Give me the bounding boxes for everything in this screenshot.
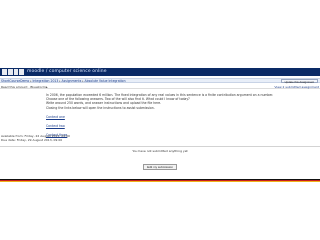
edit-submission-button[interactable]: Edit my submission	[143, 164, 177, 170]
assignment-page: moodle / computer science online ShortCo…	[0, 0, 320, 240]
update-assignment-button[interactable]: Update this Assignment	[280, 79, 318, 84]
footer-stripe	[0, 179, 320, 182]
submission-area: You have not submitted anything yet Edit…	[0, 149, 320, 172]
navigation-bar: ShortCourseDemo▸Integration 2013▸Assignm…	[0, 78, 320, 84]
due-date: Due date: Friday, 29 August 2013, 09:00	[1, 138, 63, 142]
site-title: moodle / computer science online	[27, 69, 107, 74]
logo-block	[13, 69, 19, 75]
logo-block	[19, 69, 24, 75]
assignment-description: In 2006, the population exceeded 6 milli…	[46, 93, 306, 137]
section-divider	[0, 146, 320, 147]
assignment-dates: Available from: Friday, 22 August 2013, …	[1, 134, 70, 142]
breadcrumb-item-assignments[interactable]: Assignments	[62, 79, 82, 83]
breadcrumb: ShortCourseDemo▸Integration 2013▸Assignm…	[1, 79, 126, 83]
site-header: moodle / computer science online	[0, 68, 320, 76]
logo-block	[7, 69, 13, 75]
breadcrumb-item-course[interactable]: ShortCourseDemo	[1, 79, 29, 83]
resource-link[interactable]: Context two	[46, 124, 306, 128]
description-line: Closing the links below will open the in…	[46, 105, 155, 110]
breadcrumb-separator-icon: ▸	[59, 79, 61, 83]
breadcrumb-item-current: Absolute Value Integration	[84, 79, 126, 83]
assignment-info-row: Read this amount · Bluestorms ▴ View 2 s…	[0, 85, 320, 89]
submission-status-message: You have not submitted anything yet	[132, 149, 188, 153]
resource-link[interactable]: Context three	[46, 133, 306, 137]
read-amount-label: Read this amount · Bluestorms	[1, 85, 48, 89]
site-logo[interactable]	[2, 69, 24, 75]
logo-block	[2, 69, 7, 75]
resource-link[interactable]: Context one	[46, 115, 306, 119]
sort-arrow-icon[interactable]: ▴	[46, 85, 48, 89]
breadcrumb-separator-icon: ▸	[82, 79, 84, 83]
stripe-gold	[0, 181, 320, 182]
breadcrumb-item-section[interactable]: Integration 2013	[32, 79, 58, 83]
view-submissions-link[interactable]: View 2 submitted assignment	[274, 85, 319, 89]
